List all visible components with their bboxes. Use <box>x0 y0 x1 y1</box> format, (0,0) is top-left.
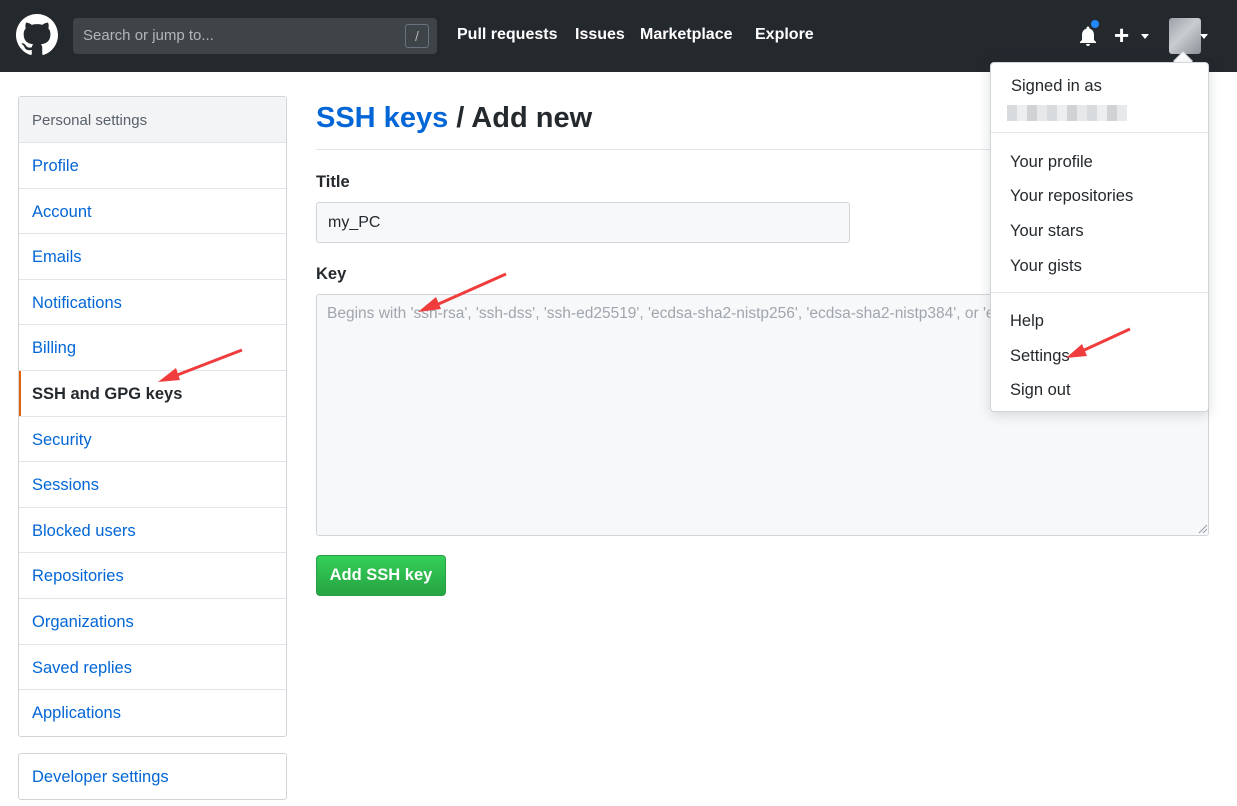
sidebar-item-profile[interactable]: Profile <box>19 143 286 189</box>
annotation-arrow-icon <box>1066 327 1131 358</box>
sidebar-item-sessions[interactable]: Sessions <box>19 462 286 508</box>
key-label: Key <box>316 265 347 283</box>
developer-settings-menu: Developer settings <box>18 753 287 800</box>
create-new-plus-icon[interactable]: + <box>1114 22 1129 48</box>
sidebar-item-security[interactable]: Security <box>19 417 286 463</box>
sidebar-item-applications[interactable]: Applications <box>19 690 286 736</box>
title-field[interactable] <box>316 202 850 243</box>
nav-pull-requests[interactable]: Pull requests <box>457 26 557 44</box>
nav-explore[interactable]: Explore <box>755 26 814 44</box>
search-placeholder: Search or jump to... <box>83 27 214 44</box>
sidebar-item-emails[interactable]: Emails <box>19 234 286 280</box>
sidebar-item-account[interactable]: Account <box>19 189 286 235</box>
dropdown-divider <box>991 132 1208 133</box>
search-input[interactable]: Search or jump to... / <box>73 18 437 54</box>
breadcrumb-ssh-keys-link[interactable]: SSH keys <box>316 102 448 134</box>
avatar[interactable] <box>1169 18 1201 54</box>
search-shortcut-key: / <box>405 24 429 48</box>
annotation-arrow-icon <box>158 348 243 382</box>
menu-item-help[interactable]: Help <box>1010 312 1044 331</box>
annotation-arrow-icon <box>418 272 507 312</box>
page-title: SSH keys / Add new <box>316 102 592 135</box>
nav-marketplace[interactable]: Marketplace <box>640 26 733 44</box>
menu-item-sign-out[interactable]: Sign out <box>1010 381 1071 400</box>
avatar-chevron-down-icon <box>1200 34 1208 39</box>
add-ssh-key-button[interactable]: Add SSH key <box>316 555 446 596</box>
sidebar-item-repositories[interactable]: Repositories <box>19 553 286 599</box>
unread-indicator <box>1089 18 1101 30</box>
dropdown-divider <box>991 292 1208 293</box>
redacted-username <box>1007 105 1127 121</box>
sidebar-item-saved-replies[interactable]: Saved replies <box>19 645 286 691</box>
title-divider <box>316 149 991 150</box>
github-logo-icon[interactable] <box>16 14 58 56</box>
resize-grip-icon[interactable] <box>1196 522 1208 534</box>
signed-in-as-label: Signed in as <box>1011 77 1102 95</box>
chevron-down-icon <box>1141 34 1149 39</box>
menu-item-your-profile[interactable]: Your profile <box>1010 153 1093 172</box>
sidebar-item-blocked-users[interactable]: Blocked users <box>19 508 286 554</box>
nav-issues[interactable]: Issues <box>575 26 625 44</box>
sidebar-heading: Personal settings <box>19 97 286 143</box>
sidebar-item-organizations[interactable]: Organizations <box>19 599 286 645</box>
menu-item-your-gists[interactable]: Your gists <box>1010 257 1082 276</box>
sidebar-item-notifications[interactable]: Notifications <box>19 280 286 326</box>
menu-item-your-repositories[interactable]: Your repositories <box>1010 187 1133 206</box>
title-label: Title <box>316 173 350 191</box>
menu-item-your-stars[interactable]: Your stars <box>1010 222 1084 241</box>
sidebar-item-developer-settings[interactable]: Developer settings <box>19 754 286 799</box>
settings-sidebar: Personal settings Profile Account Emails… <box>18 96 287 737</box>
breadcrumb-current: / Add new <box>448 102 593 134</box>
